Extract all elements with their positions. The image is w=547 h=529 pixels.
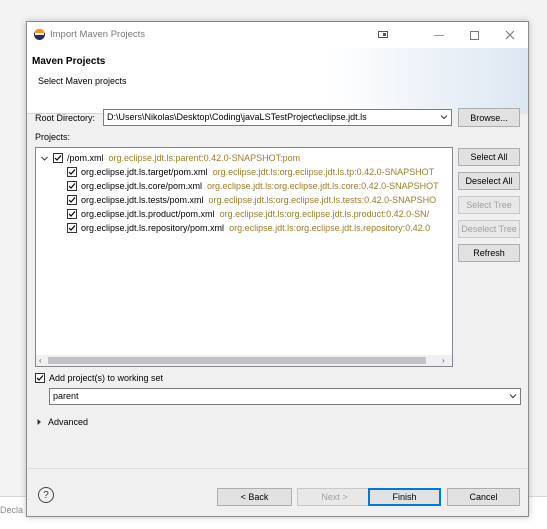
project-name: org.eclipse.jdt.ls.product/pom.xml bbox=[81, 209, 215, 219]
page-title: Maven Projects bbox=[32, 56, 106, 67]
project-checkbox[interactable] bbox=[67, 195, 77, 205]
minimize-button[interactable] bbox=[422, 22, 456, 48]
finish-button[interactable]: Finish bbox=[368, 488, 441, 506]
tree-row[interactable]: org.eclipse.jdt.ls.product/pom.xml org.e… bbox=[67, 207, 429, 221]
select-tree-button[interactable]: Select Tree bbox=[458, 196, 520, 214]
project-coordinates: org.eclipse.jdt.ls:parent:0.42.0-SNAPSHO… bbox=[108, 153, 301, 163]
refresh-button[interactable]: Refresh bbox=[458, 244, 520, 262]
tree-row[interactable]: /pom.xml org.eclipse.jdt.ls:parent:0.42.… bbox=[40, 151, 300, 165]
project-coordinates: org.eclipse.jdt.ls:org.eclipse.jdt.ls.te… bbox=[208, 195, 437, 205]
check-icon bbox=[68, 197, 76, 203]
project-checkbox[interactable] bbox=[67, 167, 77, 177]
project-coordinates: org.eclipse.jdt.ls:org.eclipse.jdt.ls.pr… bbox=[219, 209, 430, 219]
deselect-all-button[interactable]: Deselect All bbox=[458, 172, 520, 190]
background-partial-tab: Decla bbox=[0, 505, 24, 515]
check-icon bbox=[68, 225, 76, 231]
browse-button[interactable]: Browse... bbox=[458, 108, 520, 127]
wizard-header: Maven Projects Select Maven projects bbox=[27, 48, 528, 114]
project-name: org.eclipse.jdt.ls.tests/pom.xml bbox=[81, 195, 204, 205]
working-set-checkbox[interactable] bbox=[35, 373, 45, 383]
projects-tree[interactable]: /pom.xml org.eclipse.jdt.ls:parent:0.42.… bbox=[35, 147, 453, 367]
check-icon bbox=[36, 375, 44, 381]
project-name: /pom.xml bbox=[67, 153, 104, 163]
check-icon bbox=[68, 169, 76, 175]
chevron-down-icon bbox=[440, 115, 448, 120]
import-maven-dialog: Import Maven Projects Maven Projects Sel… bbox=[26, 21, 529, 517]
page-subtitle: Select Maven projects bbox=[38, 76, 127, 86]
header-banner bbox=[328, 48, 528, 114]
restore-window-icon[interactable] bbox=[378, 31, 388, 38]
check-icon bbox=[54, 155, 62, 161]
help-icon[interactable]: ? bbox=[38, 487, 54, 503]
scroll-right-icon[interactable]: › bbox=[442, 356, 445, 365]
close-icon bbox=[505, 30, 515, 40]
chevron-down-icon bbox=[509, 394, 517, 399]
project-coordinates: org.eclipse.jdt.ls:org.eclipse.jdt.ls.co… bbox=[207, 181, 439, 191]
root-directory-combo[interactable]: D:\Users\Nikolas\Desktop\Coding\javaLSTe… bbox=[103, 109, 452, 126]
advanced-label: Advanced bbox=[48, 417, 89, 427]
root-directory-label: Root Directory: bbox=[35, 113, 96, 123]
check-icon bbox=[68, 211, 76, 217]
eclipse-icon bbox=[34, 29, 45, 40]
tree-row[interactable]: org.eclipse.jdt.ls.core/pom.xml org.ecli… bbox=[67, 179, 439, 193]
footer-divider bbox=[27, 468, 528, 469]
tree-row[interactable]: org.eclipse.jdt.ls.target/pom.xml org.ec… bbox=[67, 165, 434, 179]
working-set-row[interactable]: Add project(s) to working set bbox=[35, 371, 163, 385]
project-name: org.eclipse.jdt.ls.core/pom.xml bbox=[81, 181, 203, 191]
expand-chevron-icon[interactable] bbox=[40, 154, 49, 163]
advanced-toggle[interactable]: Advanced bbox=[36, 415, 88, 429]
working-set-label: Add project(s) to working set bbox=[49, 373, 164, 383]
window-title: Import Maven Projects bbox=[50, 29, 146, 40]
expand-triangle-icon bbox=[37, 419, 41, 425]
select-all-button[interactable]: Select All bbox=[458, 148, 520, 166]
project-checkbox[interactable] bbox=[53, 153, 63, 163]
projects-label: Projects: bbox=[35, 132, 71, 142]
title-bar[interactable]: Import Maven Projects bbox=[27, 22, 528, 48]
working-set-combo[interactable]: parent bbox=[49, 388, 521, 405]
next-button[interactable]: Next > bbox=[297, 488, 372, 506]
check-icon bbox=[68, 183, 76, 189]
minimize-icon bbox=[434, 34, 444, 36]
project-checkbox[interactable] bbox=[67, 181, 77, 191]
project-checkbox[interactable] bbox=[67, 223, 77, 233]
project-name: org.eclipse.jdt.ls.target/pom.xml bbox=[81, 167, 208, 177]
working-set-value: parent bbox=[53, 391, 79, 401]
cancel-button[interactable]: Cancel bbox=[447, 488, 520, 506]
deselect-tree-button[interactable]: Deselect Tree bbox=[458, 220, 520, 238]
project-name: org.eclipse.jdt.ls.repository/pom.xml bbox=[81, 223, 225, 233]
horizontal-scrollbar[interactable]: ‹ › bbox=[36, 355, 452, 366]
root-directory-value: D:\Users\Nikolas\Desktop\Coding\javaLSTe… bbox=[107, 112, 367, 122]
scrollbar-thumb[interactable] bbox=[48, 357, 426, 364]
tree-row[interactable]: org.eclipse.jdt.ls.tests/pom.xml org.ecl… bbox=[67, 193, 436, 207]
maximize-icon bbox=[469, 30, 479, 40]
maximize-button[interactable] bbox=[457, 22, 491, 48]
project-coordinates: org.eclipse.jdt.ls:org.eclipse.jdt.ls.re… bbox=[229, 223, 431, 233]
project-coordinates: org.eclipse.jdt.ls:org.eclipse.jdt.ls.tp… bbox=[212, 167, 435, 177]
project-checkbox[interactable] bbox=[67, 209, 77, 219]
back-button[interactable]: < Back bbox=[217, 488, 292, 506]
scroll-left-icon[interactable]: ‹ bbox=[39, 356, 42, 365]
close-button[interactable] bbox=[493, 22, 527, 48]
tree-row[interactable]: org.eclipse.jdt.ls.repository/pom.xml or… bbox=[67, 221, 430, 235]
